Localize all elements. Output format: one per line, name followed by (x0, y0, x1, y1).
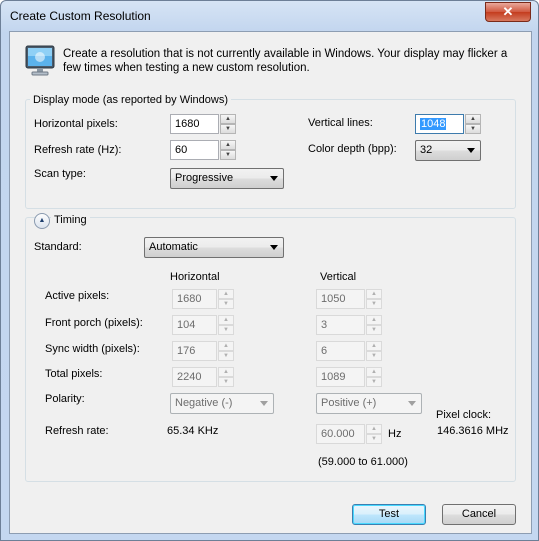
spin-up-icon[interactable]: ▲ (366, 341, 382, 351)
spin-up-icon[interactable]: ▲ (366, 289, 382, 299)
timing-label: Timing (51, 214, 90, 226)
dialog-window: Create Custom Resolution ✕ Create a reso… (0, 0, 539, 541)
spin-up-icon[interactable]: ▲ (465, 114, 481, 124)
active-pixels-v-stepper[interactable]: 1050 ▲ ▼ (316, 289, 382, 309)
polarity-h-dropdown[interactable]: Negative (-) (170, 393, 274, 414)
active-pixels-h-stepper[interactable]: 1680 ▲ ▼ (172, 289, 234, 309)
horizontal-pixels-label: Horizontal pixels: (34, 118, 118, 130)
close-button[interactable]: ✕ (485, 2, 531, 22)
chevron-down-icon (467, 148, 475, 153)
polarity-v-dropdown[interactable]: Positive (+) (316, 393, 422, 414)
active-pixels-label: Active pixels: (45, 290, 110, 302)
color-depth-label: Color depth (bpp): (308, 143, 397, 155)
spin-up-icon[interactable]: ▲ (218, 315, 234, 325)
window-title: Create Custom Resolution (10, 9, 151, 23)
vertical-lines-stepper[interactable]: 1048 ▲ ▼ (415, 114, 481, 134)
polarity-v-value: Positive (+) (321, 397, 377, 409)
sync-width-v-input[interactable]: 6 (316, 341, 365, 361)
front-porch-v-stepper[interactable]: 3 ▲ ▼ (316, 315, 382, 335)
spin-up-icon[interactable]: ▲ (366, 367, 382, 377)
title-bar[interactable]: Create Custom Resolution ✕ (1, 1, 538, 31)
spin-up-icon[interactable]: ▲ (218, 341, 234, 351)
spin-up-icon[interactable]: ▲ (220, 140, 236, 150)
refresh-rate-input[interactable]: 60 (170, 140, 219, 160)
vertical-lines-label: Vertical lines: (308, 117, 373, 129)
scan-type-label: Scan type: (34, 168, 86, 180)
display-mode-label: Display mode (as reported by Windows) (30, 94, 232, 106)
scan-type-dropdown[interactable]: Progressive (170, 168, 284, 189)
pixel-clock-value: 146.3616 MHz (437, 425, 509, 437)
vertical-refresh-input[interactable]: 60.000 (316, 424, 365, 444)
color-depth-value: 32 (420, 144, 433, 156)
chevron-down-icon (408, 401, 416, 406)
refresh-rate-stepper[interactable]: 60 ▲ ▼ (170, 140, 236, 160)
spin-up-icon[interactable]: ▲ (218, 367, 234, 377)
front-porch-label: Front porch (pixels): (45, 317, 143, 329)
hz-unit-label: Hz (388, 428, 402, 440)
chevron-up-icon[interactable]: ▲ (39, 217, 46, 224)
horizontal-column-header: Horizontal (170, 271, 220, 283)
spin-down-icon[interactable]: ▼ (218, 299, 234, 309)
scan-type-value: Progressive (175, 172, 234, 184)
spin-down-icon[interactable]: ▼ (218, 377, 234, 387)
vertical-refresh-stepper[interactable]: 60.000 ▲ ▼ (316, 424, 382, 444)
monitor-icon (25, 45, 55, 77)
timing-collapse-button[interactable]: ▲ (34, 213, 50, 229)
spin-down-icon[interactable]: ▼ (218, 325, 234, 335)
spin-down-icon[interactable]: ▼ (366, 351, 382, 361)
pixel-clock-label: Pixel clock: (436, 409, 492, 421)
total-pixels-h-input[interactable]: 2240 (172, 367, 217, 387)
polarity-label: Polarity: (45, 393, 85, 405)
spin-down-icon[interactable]: ▼ (366, 325, 382, 335)
spin-down-icon[interactable]: ▼ (220, 124, 236, 134)
horizontal-pixels-input[interactable]: 1680 (170, 114, 219, 134)
spin-down-icon[interactable]: ▼ (465, 124, 481, 134)
polarity-h-value: Negative (-) (175, 397, 233, 409)
sync-width-v-stepper[interactable]: 6 ▲ ▼ (316, 341, 382, 361)
sync-width-label: Sync width (pixels): (45, 343, 140, 355)
vertical-column-header: Vertical (320, 271, 357, 283)
sync-width-h-input[interactable]: 176 (172, 341, 217, 361)
spin-down-icon[interactable]: ▼ (220, 150, 236, 160)
total-pixels-h-stepper[interactable]: 2240 ▲ ▼ (172, 367, 234, 387)
spin-up-icon[interactable]: ▲ (220, 114, 236, 124)
spin-down-icon[interactable]: ▼ (366, 434, 382, 444)
chevron-down-icon (270, 176, 278, 181)
total-pixels-v-stepper[interactable]: 1089 ▲ ▼ (316, 367, 382, 387)
refresh-range-label: (59.000 to 61.000) (318, 456, 408, 468)
close-icon[interactable]: ✕ (503, 4, 514, 19)
horizontal-pixels-stepper[interactable]: 1680 ▲ ▼ (170, 114, 236, 134)
spin-up-icon[interactable]: ▲ (218, 289, 234, 299)
total-pixels-v-input[interactable]: 1089 (316, 367, 365, 387)
front-porch-h-stepper[interactable]: 104 ▲ ▼ (172, 315, 234, 335)
total-pixels-label: Total pixels: (45, 368, 103, 380)
standard-label: Standard: (34, 241, 82, 253)
standard-dropdown[interactable]: Automatic (144, 237, 284, 258)
spin-down-icon[interactable]: ▼ (366, 377, 382, 387)
dialog-body: Create a resolution that is not currentl… (9, 31, 532, 534)
refresh-rate-label: Refresh rate (Hz): (34, 144, 122, 156)
active-pixels-v-input[interactable]: 1050 (316, 289, 365, 309)
standard-value: Automatic (149, 241, 198, 253)
spin-down-icon[interactable]: ▼ (366, 299, 382, 309)
sync-width-h-stepper[interactable]: 176 ▲ ▼ (172, 341, 234, 361)
horizontal-refresh-value: 65.34 KHz (167, 425, 219, 437)
chevron-down-icon (260, 401, 268, 406)
vertical-lines-input[interactable]: 1048 (415, 114, 464, 134)
test-button[interactable]: Test (352, 504, 426, 525)
color-depth-dropdown[interactable]: 32 (415, 140, 481, 161)
front-porch-v-input[interactable]: 3 (316, 315, 365, 335)
spin-down-icon[interactable]: ▼ (218, 351, 234, 361)
active-pixels-h-input[interactable]: 1680 (172, 289, 217, 309)
refresh-rate-timing-label: Refresh rate: (45, 425, 109, 437)
spin-up-icon[interactable]: ▲ (366, 424, 382, 434)
intro-text: Create a resolution that is not currentl… (63, 48, 508, 74)
front-porch-h-input[interactable]: 104 (172, 315, 217, 335)
spin-up-icon[interactable]: ▲ (366, 315, 382, 325)
cancel-button[interactable]: Cancel (442, 504, 516, 525)
chevron-down-icon (270, 245, 278, 250)
